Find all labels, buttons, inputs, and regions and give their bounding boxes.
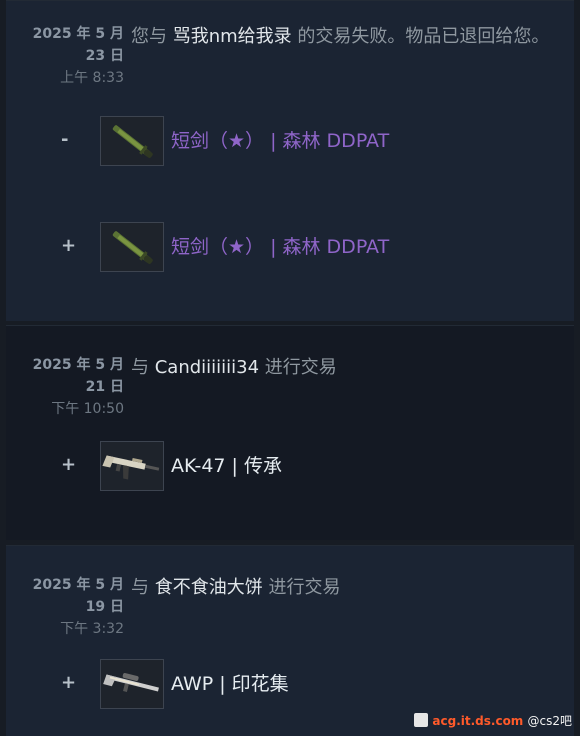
date-day: 23 日 [85, 48, 124, 64]
trade-entry: 2025 年 5 月 19 日 下午 3:32 与 食不食油大饼 进行交易 + … [6, 545, 574, 736]
item-name-link[interactable]: 短剑（★） | 森林 DDPAT [171, 126, 389, 153]
date-month: 2025 年 5 月 [32, 357, 124, 373]
knife-icon[interactable] [100, 116, 164, 166]
desc-prefix: 您与 [131, 26, 173, 47]
item-name-link[interactable]: AK-47 | 传承 [171, 451, 282, 478]
trade-date: 2025 年 5 月 19 日 下午 3:32 [10, 574, 124, 640]
item-change-sign: - [61, 129, 69, 150]
trade-time: 上午 8:33 [60, 70, 124, 86]
trade-description: 您与 骂我nm给我录 的交易失败。物品已退回给您。 [131, 23, 571, 50]
trade-partner-link[interactable]: Candiiiiiii34 [155, 357, 259, 378]
date-day: 21 日 [85, 379, 124, 395]
tieba-logo-icon [414, 713, 429, 727]
item-change-sign: + [61, 235, 77, 256]
item-name-link[interactable]: AWP | 印花集 [171, 669, 289, 696]
knife-icon[interactable] [100, 222, 164, 272]
trade-entry-failed: 2025 年 5 月 23 日 上午 8:33 您与 骂我nm给我录 的交易失败… [6, 0, 574, 321]
trade-time: 下午 10:50 [51, 401, 124, 417]
trade-date: 2025 年 5 月 23 日 上午 8:33 [10, 23, 124, 89]
date-month: 2025 年 5 月 [32, 26, 124, 42]
trade-entry: 2025 年 5 月 21 日 下午 10:50 与 Candiiiiiii34… [6, 325, 574, 540]
desc-suffix: 进行交易 [259, 357, 337, 378]
item-change-sign: + [61, 454, 77, 475]
sniper-icon[interactable] [100, 659, 164, 709]
desc-prefix: 与 [131, 577, 155, 598]
item-name-link[interactable]: 短剑（★） | 森林 DDPAT [171, 232, 389, 259]
trade-description: 与 食不食油大饼 进行交易 [131, 574, 571, 601]
trade-item-row: - 短剑（★） | 森林 DDPAT [6, 116, 574, 168]
watermark-site: acg.it.ds.com [432, 714, 524, 728]
date-month: 2025 年 5 月 [32, 577, 124, 593]
desc-suffix: 的交易失败。物品已退回给您。 [291, 26, 550, 47]
item-change-sign: + [61, 672, 77, 693]
trade-item-row: + AK-47 | 传承 [6, 441, 574, 493]
date-day: 19 日 [85, 599, 124, 615]
trade-partner-link[interactable]: 骂我nm给我录 [173, 26, 292, 47]
trade-item-row: + AWP | 印花集 [6, 659, 574, 711]
rifle-icon[interactable] [100, 441, 164, 491]
watermark-tieba: @cs2吧 [527, 714, 573, 728]
trade-partner-link[interactable]: 食不食油大饼 [155, 577, 263, 598]
trade-time: 下午 3:32 [60, 621, 124, 637]
trade-item-row: + 短剑（★） | 森林 DDPAT [6, 222, 574, 274]
desc-suffix: 进行交易 [262, 577, 341, 598]
trade-date: 2025 年 5 月 21 日 下午 10:50 [10, 354, 124, 420]
trade-description: 与 Candiiiiiii34 进行交易 [131, 354, 571, 381]
watermark: acg.it.ds.com @cs2吧 [414, 712, 572, 729]
desc-prefix: 与 [131, 357, 155, 378]
